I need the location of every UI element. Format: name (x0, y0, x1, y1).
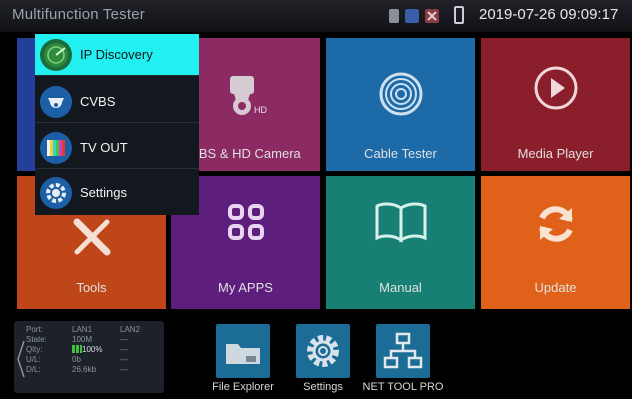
ipc-dropdown-menu: IP Discovery CVBS TV OUT Settings (35, 34, 199, 215)
tile-cable-tester[interactable]: Cable Tester (326, 38, 475, 171)
menu-item-settings[interactable]: Settings (35, 172, 199, 214)
gear-icon (307, 335, 339, 367)
color-bars-icon (40, 132, 72, 164)
tile-manual[interactable]: Manual (326, 176, 475, 309)
network-icon (383, 332, 423, 369)
lan2-upload: --- (120, 355, 128, 364)
settings-label: Settings (303, 381, 343, 393)
tile-media-player[interactable]: Media Player (481, 38, 630, 171)
quality-label: Qlty: (26, 345, 43, 354)
tile-label: My APPS (218, 280, 273, 295)
port-label: Port: (26, 325, 43, 334)
app-title: Multifunction Tester (12, 6, 145, 23)
network-disconnected-icon (425, 9, 439, 23)
net-labels: Port: State: Qlty: U/L: D/L: (26, 325, 47, 375)
net-tool-pro-label: NET TOOL PRO (362, 381, 444, 393)
menu-item-tv-out[interactable]: TV OUT (35, 127, 199, 169)
book-icon (373, 200, 429, 249)
dome-camera-icon (40, 86, 72, 118)
menu-item-label: TV OUT (80, 140, 128, 155)
lan2-header: LAN2 (120, 325, 141, 334)
folder-icon (226, 344, 260, 364)
tester-screen: Multifunction Tester 2019-07-26 09:09:17… (0, 0, 632, 399)
battery-icon (454, 6, 464, 24)
file-explorer-label: File Explorer (212, 381, 274, 393)
refresh-icon (532, 200, 580, 253)
net-tool-pro-button[interactable] (376, 324, 430, 378)
download-label: D/L: (26, 365, 41, 374)
menu-item-label: IP Discovery (80, 47, 153, 62)
sd-card-icon (389, 9, 399, 23)
lan1-quality-value: 100% (82, 345, 103, 354)
tile-label: Cable Tester (364, 146, 437, 161)
menu-item-ip-discovery[interactable]: IP Discovery (35, 34, 199, 76)
chevron-left-icon[interactable] (16, 339, 26, 379)
lan1-quality: 100% (72, 345, 102, 355)
tile-label: Media Player (517, 146, 594, 161)
lan1-column: LAN1 100M 100% 0b 26.6kb (72, 325, 102, 375)
datetime: 2019-07-26 09:09:17 (479, 6, 619, 23)
file-explorer-button[interactable] (216, 324, 270, 378)
apps-icon (224, 200, 268, 249)
lan2-column: LAN2 --- --- --- --- (120, 325, 140, 375)
lan1-download: 26.6kb (72, 365, 97, 374)
status-bar: Multifunction Tester 2019-07-26 09:09:17 (0, 0, 632, 32)
tile-label: Update (534, 280, 577, 295)
tf-card-icon (405, 9, 419, 23)
tools-icon (67, 212, 117, 267)
lan1-header: LAN1 (72, 325, 93, 334)
menu-item-cvbs[interactable]: CVBS (35, 81, 199, 123)
cable-icon (373, 66, 429, 127)
radar-icon (40, 39, 72, 71)
menu-item-label: Settings (80, 185, 127, 200)
hd-camera-icon: HD (216, 66, 276, 131)
menu-item-label: CVBS (80, 94, 116, 109)
lan2-state: --- (120, 335, 128, 344)
state-label: State: (26, 335, 47, 344)
play-icon (532, 64, 580, 117)
tile-label: Tools (76, 280, 107, 295)
lan1-upload: 0b (72, 355, 81, 364)
gear-icon (40, 177, 72, 209)
lan2-download: --- (120, 365, 128, 374)
signal-bars-icon (72, 345, 82, 353)
tile-label: Manual (379, 280, 422, 295)
svg-text:HD: HD (254, 105, 267, 115)
lan2-quality: --- (120, 345, 128, 354)
network-status-panel: Port: State: Qlty: U/L: D/L: LAN1 100M 1… (14, 321, 164, 393)
upload-label: U/L: (26, 355, 41, 364)
tile-update[interactable]: Update (481, 176, 630, 309)
lan1-state: 100M (72, 335, 93, 344)
settings-button[interactable] (296, 324, 350, 378)
